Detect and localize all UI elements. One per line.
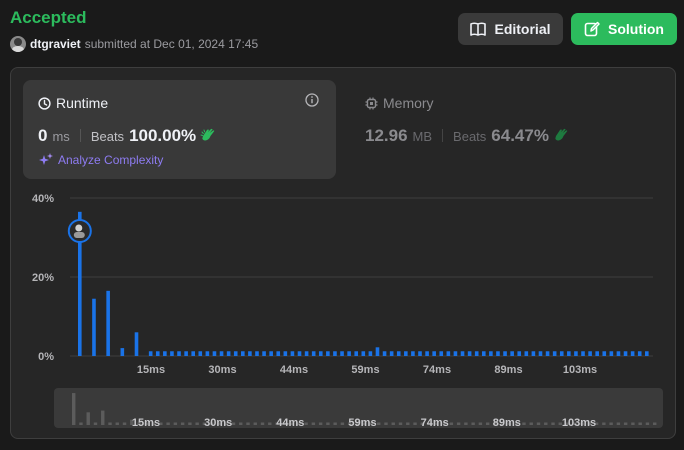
chart-bar[interactable] xyxy=(637,351,642,356)
chart-bar[interactable] xyxy=(503,351,507,356)
chart-bar[interactable] xyxy=(347,351,351,356)
avatar-icon xyxy=(75,224,83,232)
chart-bar[interactable] xyxy=(198,351,203,356)
chart-bar[interactable] xyxy=(212,351,217,356)
chart-bar[interactable] xyxy=(382,351,387,356)
chart-bar[interactable] xyxy=(418,351,422,356)
chart-bar[interactable] xyxy=(538,351,543,356)
chart-bar[interactable] xyxy=(340,351,344,356)
chart-bar[interactable] xyxy=(134,332,139,356)
chart-bar[interactable] xyxy=(616,351,621,356)
chart-bar[interactable] xyxy=(425,351,429,356)
chart-bar[interactable] xyxy=(318,351,323,356)
chart-bar[interactable] xyxy=(524,351,529,356)
chart-bar[interactable] xyxy=(467,351,472,356)
chart-bar[interactable] xyxy=(326,351,330,356)
chart-bar[interactable] xyxy=(595,351,599,356)
chart-bar[interactable] xyxy=(545,351,550,356)
chart-bar[interactable] xyxy=(177,351,181,356)
chart-bar[interactable] xyxy=(92,298,96,356)
chart-bar[interactable] xyxy=(574,351,578,356)
chart-bar[interactable] xyxy=(460,351,465,356)
x-tick-label: 103ms xyxy=(563,364,597,376)
chart-bar[interactable] xyxy=(241,351,245,356)
chart-bar[interactable] xyxy=(552,351,557,356)
chart-bar[interactable] xyxy=(481,351,486,356)
chart-bar[interactable] xyxy=(205,351,210,356)
chart-bar[interactable] xyxy=(602,351,607,356)
chart-bar[interactable] xyxy=(446,351,451,356)
y-tick-label: 40% xyxy=(32,193,54,205)
avatar-icon xyxy=(73,232,85,238)
chart-bar[interactable] xyxy=(170,351,174,356)
chart-bar[interactable] xyxy=(531,351,536,356)
x-tick-label: 44ms xyxy=(280,364,308,376)
chart-bar[interactable] xyxy=(389,351,394,356)
x-tick-label: 89ms xyxy=(494,364,522,376)
chart-bar[interactable] xyxy=(559,351,564,356)
chart-bar[interactable] xyxy=(432,351,436,356)
chart-bar[interactable] xyxy=(361,351,366,356)
chart-bar[interactable] xyxy=(396,351,401,356)
chart-bar[interactable] xyxy=(290,351,295,356)
chart-bar[interactable] xyxy=(226,351,231,356)
x-tick-label: 74ms xyxy=(423,364,451,376)
chart-bar[interactable] xyxy=(304,351,309,356)
chart-bar[interactable] xyxy=(517,351,522,356)
y-tick-label: 0% xyxy=(38,351,54,363)
chart-bar[interactable] xyxy=(496,351,500,356)
chart-bar[interactable] xyxy=(453,351,458,356)
chart-bar[interactable] xyxy=(623,351,628,356)
chart-bar[interactable] xyxy=(106,290,110,356)
chart-bar[interactable] xyxy=(155,351,160,356)
y-tick-label: 20% xyxy=(32,272,54,284)
range-navigator[interactable] xyxy=(54,388,663,428)
x-tick-label: 15ms xyxy=(137,364,165,376)
x-tick-label: 30ms xyxy=(208,364,236,376)
chart-bar[interactable] xyxy=(148,351,153,356)
chart-bar[interactable] xyxy=(120,348,125,356)
chart-bar[interactable] xyxy=(375,347,380,356)
chart-bar[interactable] xyxy=(630,351,635,356)
chart-bar[interactable] xyxy=(255,351,259,356)
chart-bar[interactable] xyxy=(489,351,493,356)
chart-bar[interactable] xyxy=(411,351,415,356)
chart-bar[interactable] xyxy=(439,351,444,356)
chart-bar[interactable] xyxy=(609,351,614,356)
chart-bar[interactable] xyxy=(474,351,479,356)
chart-bar[interactable] xyxy=(233,351,238,356)
chart-bar[interactable] xyxy=(297,351,302,356)
chart-bar[interactable] xyxy=(219,351,224,356)
chart-bar[interactable] xyxy=(269,351,273,356)
chart-bar[interactable] xyxy=(404,351,408,356)
chart-bar[interactable] xyxy=(248,351,252,356)
chart-bar[interactable] xyxy=(581,351,585,356)
chart-bar[interactable] xyxy=(184,351,188,356)
runtime-distribution-chart[interactable]: 40% 20% 0% 15ms 30ms 44ms 59ms 74ms 89ms 103ms xyxy=(0,0,684,450)
chart-bar[interactable] xyxy=(333,351,337,356)
chart-bar[interactable] xyxy=(311,351,316,356)
chart-bar[interactable] xyxy=(567,351,571,356)
chart-bar[interactable] xyxy=(354,351,359,356)
chart-bar[interactable] xyxy=(368,351,373,356)
chart-bar[interactable] xyxy=(191,351,195,356)
x-tick-label: 59ms xyxy=(351,364,379,376)
chart-bar[interactable] xyxy=(510,351,514,356)
chart-bar[interactable] xyxy=(283,351,288,356)
chart-bar[interactable] xyxy=(645,351,649,356)
chart-bar[interactable] xyxy=(163,351,167,356)
chart-bar[interactable] xyxy=(276,351,281,356)
chart-bar[interactable] xyxy=(262,351,266,356)
chart-bar[interactable] xyxy=(588,351,592,356)
